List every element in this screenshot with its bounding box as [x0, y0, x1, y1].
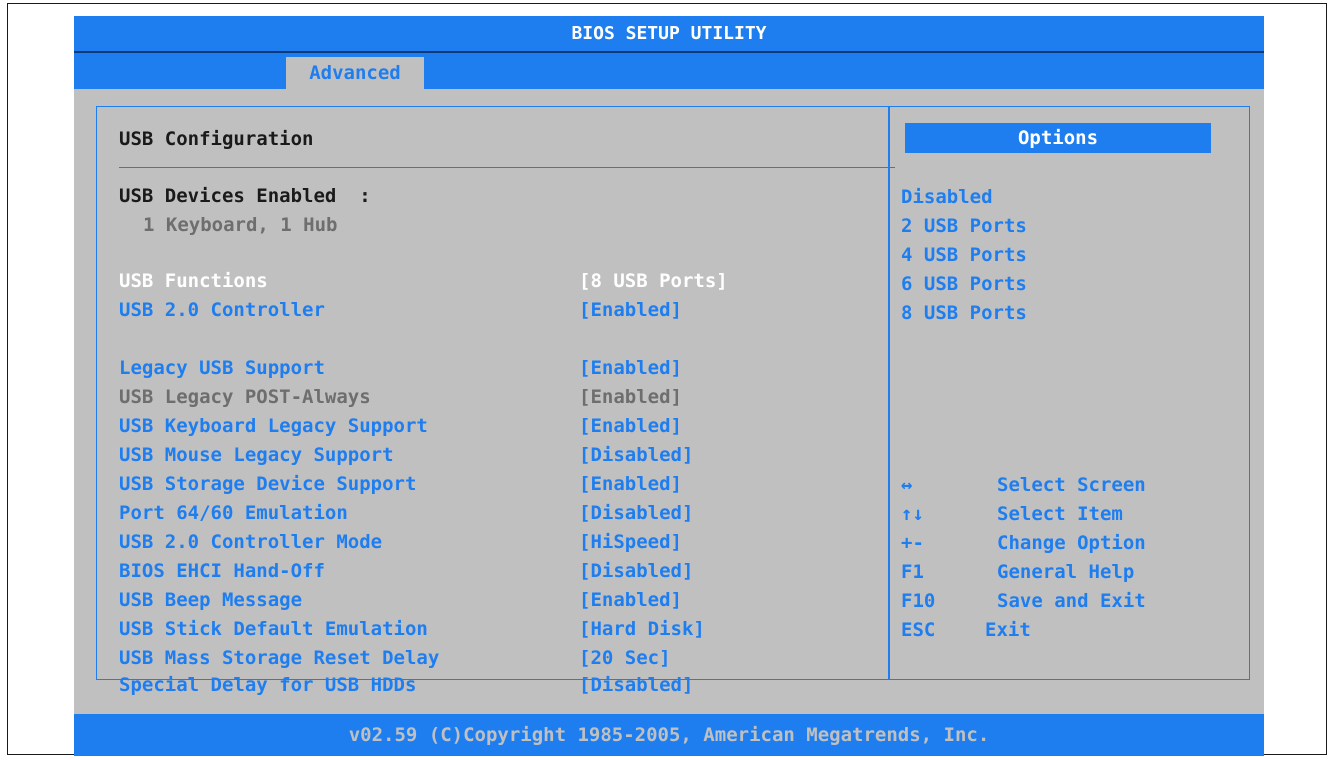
setting-value[interactable]: [Disabled] [579, 671, 693, 699]
setting-value[interactable]: [Disabled] [579, 557, 693, 585]
options-header: Options [905, 123, 1211, 153]
title-bar: BIOS SETUP UTILITY [74, 16, 1264, 53]
setting-value[interactable]: [Hard Disk] [579, 615, 705, 643]
option-item[interactable]: 4 USB Ports [901, 241, 1027, 269]
setting-value[interactable]: [20 Sec] [579, 644, 671, 672]
option-item[interactable]: 8 USB Ports [901, 299, 1027, 327]
setting-value[interactable]: [Disabled] [579, 441, 693, 469]
setting-value[interactable]: [8 USB Ports] [579, 267, 728, 295]
setting-legacy-usb-support[interactable]: Legacy USB Support [Enabled] [119, 354, 879, 382]
help-key-esc: ESC [901, 619, 936, 641]
help-select-screen: Select Screen [997, 474, 1146, 496]
setting-label: BIOS EHCI Hand-Off [119, 560, 325, 582]
setting-value[interactable]: [Enabled] [579, 470, 682, 498]
heading-divider [119, 167, 895, 168]
setting-label: USB 2.0 Controller [119, 299, 325, 321]
setting-label: USB Functions [119, 270, 268, 292]
setting-label: Special Delay for USB HDDs [119, 674, 417, 696]
setting-usb-mouse-legacy-support[interactable]: USB Mouse Legacy Support [Disabled] [119, 441, 879, 469]
option-item[interactable]: 6 USB Ports [901, 270, 1027, 298]
setting-label: USB Legacy POST-Always [119, 386, 371, 408]
setting-value[interactable]: [Enabled] [579, 586, 682, 614]
bios-screen: BIOS SETUP UTILITY Advanced USB Configur… [74, 16, 1264, 756]
setting-label: USB Mass Storage Reset Delay [119, 647, 440, 669]
help-exit: Exit [985, 619, 1031, 641]
help-save-and-exit: Save and Exit [997, 590, 1146, 612]
setting-usb-stick-default-emulation[interactable]: USB Stick Default Emulation [Hard Disk] [119, 615, 879, 643]
setting-usb-keyboard-legacy-support[interactable]: USB Keyboard Legacy Support [Enabled] [119, 412, 879, 440]
setting-value[interactable]: [Disabled] [579, 499, 693, 527]
left-right-arrow-icon: ↔ [901, 474, 913, 496]
tab-advanced[interactable]: Advanced [286, 57, 424, 89]
help-general-help: General Help [997, 561, 1135, 583]
setting-label: USB Beep Message [119, 589, 303, 611]
setting-label: USB Storage Device Support [119, 473, 417, 495]
tab-bar: Advanced [74, 53, 1264, 89]
setting-label: USB Mouse Legacy Support [119, 444, 394, 466]
setting-value[interactable]: [Enabled] [579, 354, 682, 382]
setting-usb-functions[interactable]: USB Functions [8 USB Ports] [119, 267, 879, 295]
setting-label: USB Stick Default Emulation [119, 618, 428, 640]
setting-usb-2-controller-mode[interactable]: USB 2.0 Controller Mode [HiSpeed] [119, 528, 879, 556]
option-item[interactable]: 2 USB Ports [901, 212, 1027, 240]
help-key-f1: F1 [901, 561, 924, 583]
setting-label: USB 2.0 Controller Mode [119, 531, 383, 553]
help-select-item: Select Item [997, 503, 1123, 525]
help-key-f10: F10 [901, 590, 936, 612]
setting-port-64-60-emulation[interactable]: Port 64/60 Emulation [Disabled] [119, 499, 879, 527]
devices-enabled-label: USB Devices Enabled : [119, 185, 371, 207]
setting-value: [Enabled] [579, 386, 682, 408]
settings-panel: USB Configuration USB Devices Enabled : … [96, 106, 895, 696]
setting-value[interactable]: [HiSpeed] [579, 528, 682, 556]
setting-value[interactable]: [Enabled] [579, 296, 682, 324]
help-change-option: Change Option [997, 532, 1146, 554]
setting-label: USB Keyboard Legacy Support [119, 415, 428, 437]
options-panel: Options Disabled 2 USB Ports 4 USB Ports… [888, 106, 1250, 680]
devices-enabled-value: 1 Keyboard, 1 Hub [143, 214, 338, 236]
setting-bios-ehci-hand-off[interactable]: BIOS EHCI Hand-Off [Disabled] [119, 557, 879, 585]
setting-label: Legacy USB Support [119, 357, 325, 379]
setting-usb-mass-storage-reset-delay[interactable]: USB Mass Storage Reset Delay [20 Sec] [119, 644, 879, 672]
setting-label: Port 64/60 Emulation [119, 502, 348, 524]
copyright-footer: v02.59 (C)Copyright 1985-2005, American … [74, 714, 1264, 756]
section-heading: USB Configuration [119, 128, 314, 150]
setting-value[interactable]: [Enabled] [579, 412, 682, 440]
option-item[interactable]: Disabled [901, 183, 993, 211]
help-key-plus-minus: +- [901, 532, 924, 554]
setting-usb-storage-device-support[interactable]: USB Storage Device Support [Enabled] [119, 470, 879, 498]
setting-special-delay-usb-hdds[interactable]: Special Delay for USB HDDs [Disabled] [119, 673, 879, 696]
setting-usb-legacy-post-always: USB Legacy POST-Always [Enabled] [119, 383, 879, 411]
up-down-arrow-icon: ↑↓ [901, 503, 924, 525]
setting-usb-2-controller[interactable]: USB 2.0 Controller [Enabled] [119, 296, 879, 324]
setting-usb-beep-message[interactable]: USB Beep Message [Enabled] [119, 586, 879, 614]
